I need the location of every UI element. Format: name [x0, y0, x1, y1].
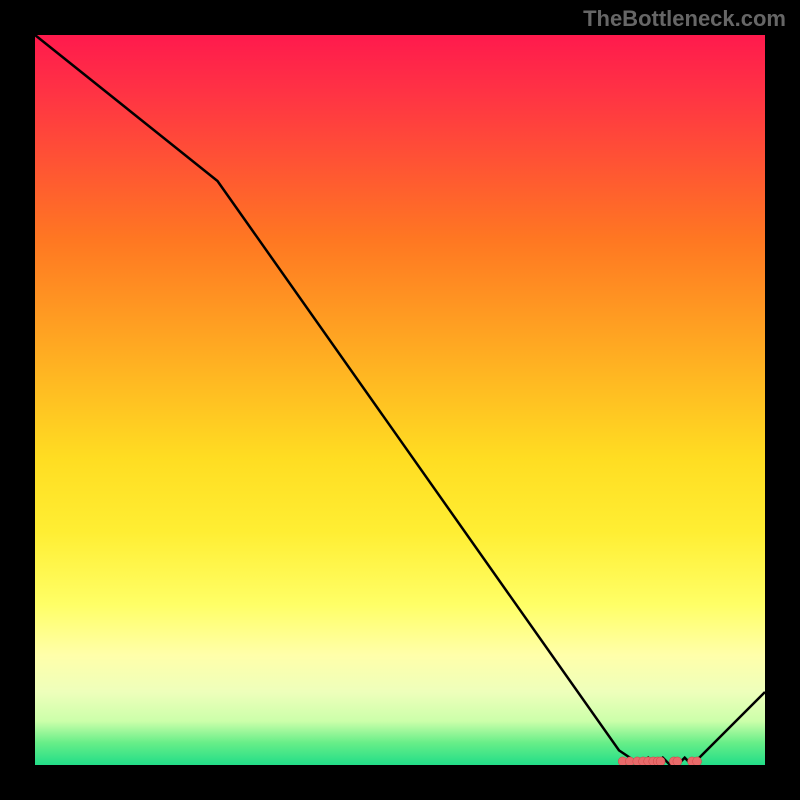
marker-dot: [656, 757, 665, 765]
line-series: [35, 35, 765, 765]
marker-dot: [673, 757, 682, 765]
chart-svg: [35, 35, 765, 765]
plot-area: [35, 35, 765, 765]
marker-dot: [693, 757, 702, 765]
watermark-text: TheBottleneck.com: [583, 6, 786, 32]
chart-container: TheBottleneck.com: [0, 0, 800, 800]
data-markers: [618, 757, 701, 765]
